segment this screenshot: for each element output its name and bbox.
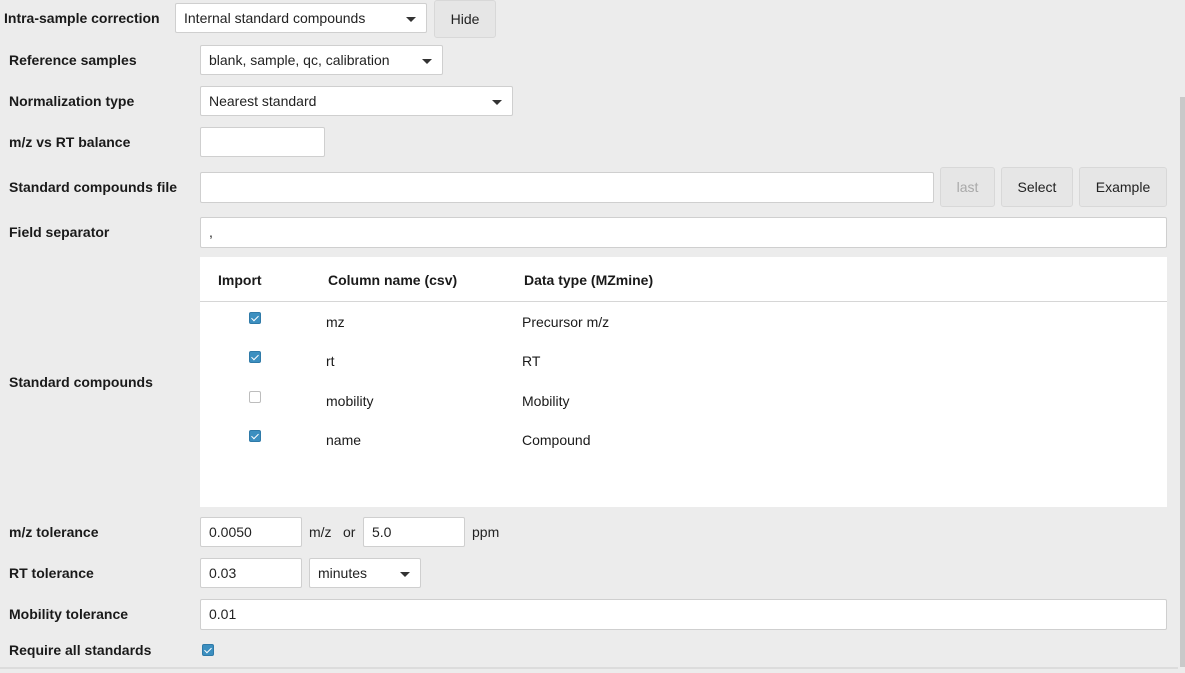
column-header-import: Import xyxy=(218,272,262,288)
mz-rt-balance-label: m/z vs RT balance xyxy=(9,134,131,150)
row-column-name: rt xyxy=(326,353,335,369)
chevron-down-icon xyxy=(422,59,432,64)
row-data-type: Precursor m/z xyxy=(522,314,610,330)
reference-samples-dropdown[interactable]: blank, sample, qc, calibration xyxy=(200,45,443,75)
normalization-type-dropdown[interactable]: Nearest standard xyxy=(200,86,513,116)
example-button[interactable]: Example xyxy=(1079,167,1167,207)
require-all-checkbox[interactable] xyxy=(202,644,214,656)
column-header-data-type: Data type (MZmine) xyxy=(524,272,654,288)
hide-button[interactable]: Hide xyxy=(434,0,496,38)
ppm-unit-label: ppm xyxy=(472,524,500,540)
import-checkbox[interactable] xyxy=(249,391,261,403)
header-divider xyxy=(200,301,1167,302)
import-checkbox[interactable] xyxy=(249,430,261,442)
row-column-name: mobility xyxy=(326,393,374,409)
column-header-column-name: Column name (csv) xyxy=(328,272,458,288)
rt-tolerance-input[interactable]: 0.03 xyxy=(200,558,302,588)
mz-tolerance-input[interactable]: 0.0050 xyxy=(200,517,302,547)
standards-file-input[interactable] xyxy=(200,172,934,203)
require-all-label: Require all standards xyxy=(9,642,152,658)
normalization-type-value: Nearest standard xyxy=(209,93,317,109)
rt-tolerance-label: RT tolerance xyxy=(9,565,94,581)
reference-samples-value: blank, sample, qc, calibration xyxy=(209,52,390,68)
bottom-divider xyxy=(0,667,1178,669)
standard-compounds-label: Standard compounds xyxy=(9,374,153,390)
last-button[interactable]: last xyxy=(940,167,995,207)
correction-label: Intra-sample correction xyxy=(4,10,160,26)
standards-file-label: Standard compounds file xyxy=(9,179,178,195)
normalization-type-label: Normalization type xyxy=(9,93,135,109)
correction-value: Internal standard compounds xyxy=(184,10,366,26)
field-separator-label: Field separator xyxy=(9,224,110,240)
or-label: or xyxy=(343,524,356,540)
import-checkbox[interactable] xyxy=(249,351,261,363)
select-button[interactable]: Select xyxy=(1001,167,1073,207)
row-column-name: name xyxy=(326,432,362,448)
field-separator-input[interactable]: , xyxy=(200,217,1167,248)
mz-tolerance-label: m/z tolerance xyxy=(9,524,99,540)
row-data-type: Compound xyxy=(522,432,591,448)
mobility-tolerance-label: Mobility tolerance xyxy=(9,606,129,622)
row-column-name: mz xyxy=(326,314,345,330)
chevron-down-icon xyxy=(406,17,416,22)
correction-dropdown[interactable]: Internal standard compounds xyxy=(175,3,427,33)
mz-rt-balance-input[interactable] xyxy=(200,127,325,157)
chevron-down-icon xyxy=(492,100,502,105)
ppm-tolerance-input[interactable]: 5.0 xyxy=(363,517,465,547)
mobility-tolerance-input[interactable]: 0.01 xyxy=(200,599,1167,630)
import-checkbox[interactable] xyxy=(249,312,261,324)
rt-unit-value: minutes xyxy=(318,565,368,581)
row-data-type: RT xyxy=(522,353,541,369)
reference-samples-label: Reference samples xyxy=(9,52,137,68)
row-data-type: Mobility xyxy=(522,393,570,409)
chevron-down-icon xyxy=(400,572,410,577)
rt-unit-dropdown[interactable]: minutes xyxy=(309,558,421,588)
mz-unit-label: m/z xyxy=(309,524,332,540)
standard-compounds-table: Import Column name (csv) Data type (MZmi… xyxy=(200,257,1167,507)
vertical-scrollbar[interactable] xyxy=(1180,97,1185,667)
